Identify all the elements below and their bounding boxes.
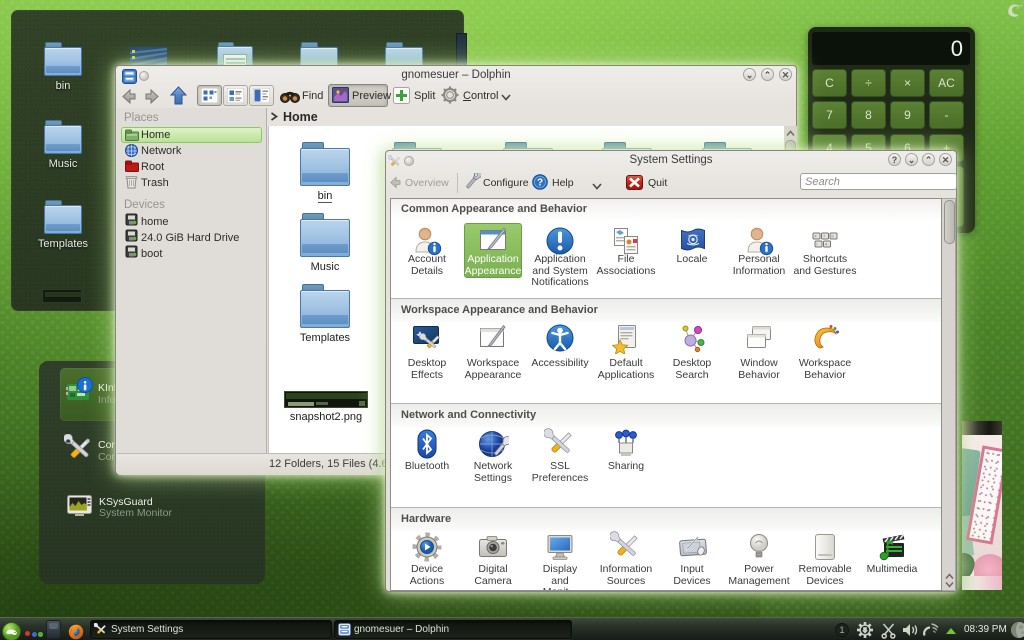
svg-text:?: ? bbox=[537, 178, 543, 189]
svg-text:i: i bbox=[817, 242, 818, 247]
